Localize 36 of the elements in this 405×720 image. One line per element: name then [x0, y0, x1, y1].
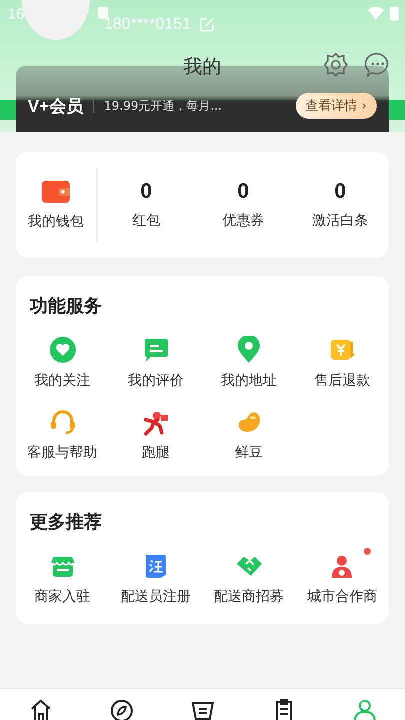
service-label[interactable]: 我的地址 — [221, 372, 278, 390]
wallet-icon[interactable] — [41, 179, 71, 205]
stat-value[interactable]: 0 — [140, 180, 152, 204]
wallet-label[interactable]: 我的钱包 — [28, 213, 84, 231]
edit-icon[interactable] — [199, 17, 216, 33]
section-title: 功能服务 — [30, 296, 102, 317]
vip-brand: V+会员 — [28, 96, 84, 118]
service-label[interactable]: 跑腿 — [142, 444, 170, 462]
service-label[interactable]: 客服与帮助 — [28, 444, 98, 462]
service-label[interactable]: 配送员注册 — [120, 588, 191, 606]
stat-label[interactable]: 优惠券 — [222, 212, 264, 230]
vip-offer: 19.99元开通，每月... — [104, 98, 224, 114]
section-title: 更多推荐 — [30, 512, 102, 533]
service-label[interactable]: 商家入驻 — [34, 588, 91, 606]
settings-icon[interactable] — [323, 52, 349, 78]
status-time: 16 — [8, 6, 25, 23]
wifi-icon — [368, 7, 384, 20]
service-label[interactable]: 配送商招募 — [214, 588, 284, 606]
service-label[interactable]: 售后退款 — [314, 372, 370, 390]
stat-label[interactable]: 红包 — [132, 212, 160, 230]
headset-icon[interactable] — [48, 408, 77, 436]
stat-value[interactable]: 0 — [238, 180, 250, 204]
stat-label[interactable]: 激活白条 — [312, 212, 368, 230]
page-title: 我的 — [184, 55, 222, 80]
profile-icon[interactable] — [352, 697, 378, 720]
message-icon[interactable] — [365, 52, 391, 78]
service-label[interactable]: 鲜豆 — [235, 444, 264, 462]
details-button[interactable]: 查看详情 › — [296, 93, 377, 119]
battery-icon — [390, 6, 399, 21]
service-label[interactable]: 我的关注 — [34, 372, 91, 390]
badge-icon — [98, 7, 108, 19]
service-label[interactable]: 我的评价 — [128, 372, 184, 390]
service-label[interactable]: 城市合作商 — [307, 588, 378, 606]
stat-value[interactable]: 0 — [334, 180, 346, 204]
compass-icon[interactable] — [108, 697, 134, 720]
phone-number: 180****0151 — [104, 16, 192, 34]
